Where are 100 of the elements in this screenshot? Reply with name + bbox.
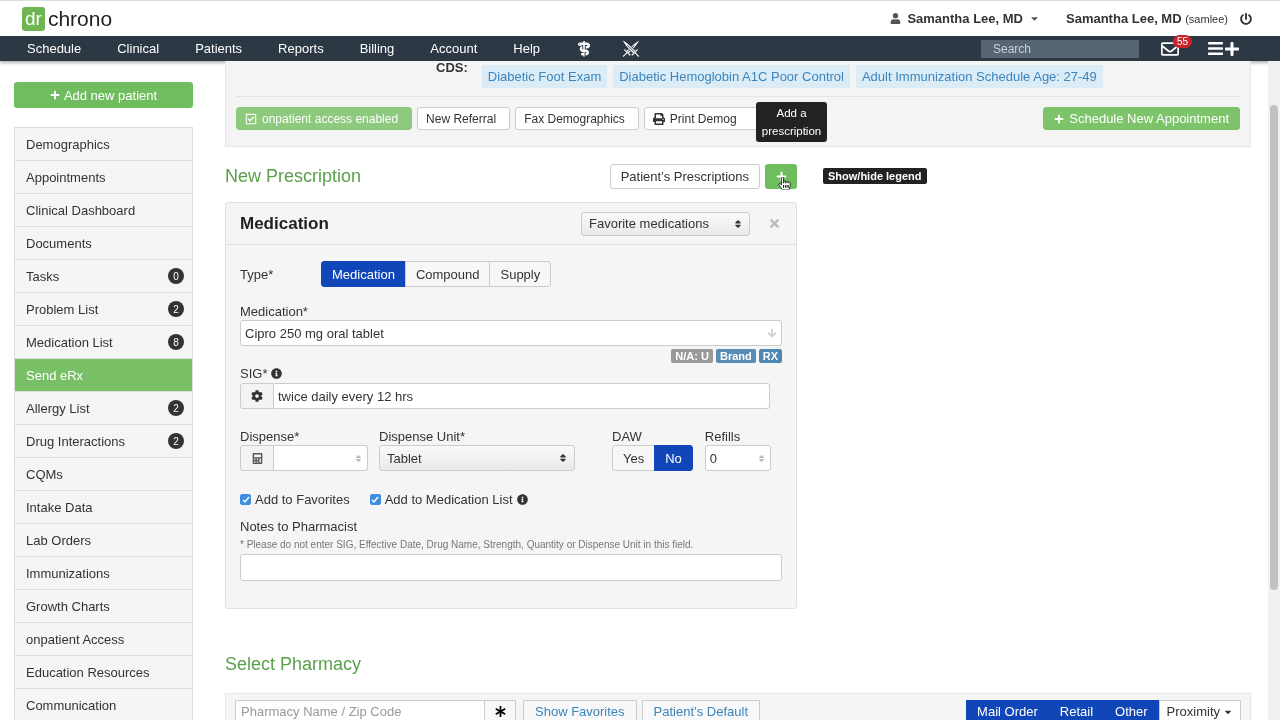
sidebar-item[interactable]: Tasks 0 [15, 260, 192, 293]
pharmacy-filter[interactable]: Retail [1048, 700, 1105, 720]
plus-icon [775, 171, 787, 182]
medication-tag: N/A: U [671, 349, 713, 363]
dispense-field[interactable] [274, 445, 368, 471]
caduceus-icon[interactable] [576, 40, 593, 57]
sidebar-item[interactable]: Problem List 2 [15, 293, 192, 326]
favorites-select[interactable]: Favorite medications [581, 211, 750, 236]
daw-option[interactable]: Yes [612, 445, 656, 471]
sidebar-item[interactable]: Allergy List 2 [15, 392, 192, 425]
sidebar-label: Clinical Dashboard [26, 202, 136, 218]
sidebar-item[interactable]: Communication [15, 689, 192, 720]
message-count: 55 [1173, 34, 1193, 48]
count-badge: 2 [168, 301, 184, 317]
sidebar-label: Demographics [26, 136, 110, 152]
legend-tooltip: Show/hide legend [823, 168, 927, 184]
field-hint: * Please do not enter SIG, Effective Date, Drug Name, Strength, Quantity or Dispense Unit in this field. [240, 539, 695, 550]
calculator-button[interactable] [240, 445, 274, 471]
count-badge: 2 [168, 400, 184, 416]
sidebar-item[interactable]: Immunizations [15, 557, 192, 590]
section-title: New Prescription [225, 166, 362, 187]
pharmacy-search-field[interactable]: Pharmacy Name / Zip Code [235, 700, 485, 720]
sidebar-label: Education Resources [26, 664, 150, 680]
user-icon [890, 13, 902, 24]
pharmacy-filter[interactable]: Mail Order [966, 700, 1049, 720]
scroll-thumb[interactable] [1270, 105, 1278, 590]
sidebar-item[interactable]: Growth Charts [15, 590, 192, 623]
gear-button[interactable] [240, 383, 274, 409]
sidebar-label: Lab Orders [26, 532, 92, 548]
crossed-swords-icon[interactable] [622, 39, 641, 58]
field-label: SIG* [240, 366, 268, 381]
nav-item[interactable]: Schedule [27, 41, 82, 56]
checkbox[interactable] [240, 494, 251, 505]
sidebar-item[interactable]: Intake Data [15, 491, 192, 524]
search-field[interactable]: Search [981, 39, 1139, 58]
sidebar-item[interactable]: Clinical Dashboard [15, 194, 192, 227]
sidebar-label: Immunizations [26, 565, 110, 581]
sidebar-item[interactable]: Medication List 8 [15, 326, 192, 359]
sidebar-item[interactable]: CQMs [15, 458, 192, 491]
sidebar-label: Growth Charts [26, 598, 110, 614]
sidebar-label: Allergy List [26, 400, 90, 416]
tooltip: Add a prescription [756, 102, 827, 142]
sidebar-item[interactable]: onpatient Access [15, 623, 192, 656]
nav-item[interactable]: Clinical [117, 41, 160, 56]
type-option[interactable]: Medication [321, 261, 406, 287]
action-button[interactable]: Fax Demographics [515, 107, 639, 130]
nav-item[interactable]: Help [513, 41, 541, 56]
calculator-icon [251, 452, 263, 464]
prescriptions-button[interactable]: Patient’s Prescriptions [609, 164, 760, 189]
sort-dropdown[interactable]: Proximity [1158, 700, 1241, 720]
asterisk-icon [494, 706, 506, 717]
sidebar-label: Problem List [26, 301, 99, 317]
envelope-icon[interactable] [1161, 39, 1179, 58]
sidebar-item[interactable]: Drug Interactions 2 [15, 425, 192, 458]
action-button[interactable]: New Referral [417, 107, 511, 130]
medication-field[interactable]: Cipro 250 mg oral tablet [240, 320, 782, 346]
field-label: Type* [240, 266, 275, 282]
sidebar-label: onpatient Access [26, 631, 125, 647]
count-badge: 0 [168, 268, 184, 284]
user-menu[interactable]: Samantha Lee, MD [890, 11, 1040, 26]
sidebar-label: Documents [26, 235, 92, 251]
field-label: Notes to Pharmacist [240, 519, 359, 534]
pharmacy-link-button[interactable]: Show Favorites [523, 700, 637, 720]
spinner-icon [354, 453, 363, 463]
nav-item[interactable]: Patients [195, 41, 243, 56]
gear-icon [251, 390, 263, 402]
pharmacy-filter[interactable]: Other [1104, 700, 1159, 720]
sidebar-item[interactable]: Lab Orders [15, 524, 192, 557]
card-title: Medication [240, 213, 329, 234]
asterisk-button[interactable] [485, 700, 516, 720]
pharmacy-link-button[interactable]: Patient’s Default [641, 700, 761, 720]
daw-option[interactable]: No [654, 445, 693, 471]
sig-field[interactable]: twice daily every 12 hrs [274, 383, 770, 409]
field-label: Dispense* [240, 429, 301, 444]
sidebar-item[interactable]: Appointments [15, 161, 192, 194]
field-label: Refills [704, 429, 742, 444]
refills-field[interactable]: 0 [704, 445, 771, 471]
info-icon [271, 368, 283, 379]
checkbox[interactable] [369, 494, 381, 505]
sidebar-label: CQMs [26, 466, 63, 482]
power-icon[interactable] [1240, 12, 1252, 25]
nav-item[interactable]: Account [430, 41, 478, 56]
notes-field[interactable] [240, 554, 782, 581]
checkbox-label: Add to Favorites [255, 492, 350, 507]
info-icon [516, 494, 528, 505]
menu-icon[interactable] [1207, 40, 1224, 57]
sidebar-item[interactable]: Demographics [15, 128, 192, 161]
type-option[interactable]: Supply [489, 261, 552, 287]
printer-icon [652, 112, 665, 125]
sidebar-item[interactable]: Documents [15, 227, 192, 260]
type-option[interactable]: Compound [404, 261, 491, 287]
sidebar-label: Drug Interactions [26, 433, 125, 449]
dispense-unit-select[interactable]: Tablet [379, 445, 575, 471]
nav-item[interactable]: Reports [278, 41, 324, 56]
sidebar-item[interactable]: Education Resources [15, 656, 192, 689]
plus-icon[interactable] [1224, 40, 1240, 57]
plus-icon [1054, 113, 1065, 124]
sidebar-label: Communication [26, 697, 117, 713]
nav-item[interactable]: Billing [359, 41, 395, 56]
medication-tag: Brand [715, 349, 756, 363]
